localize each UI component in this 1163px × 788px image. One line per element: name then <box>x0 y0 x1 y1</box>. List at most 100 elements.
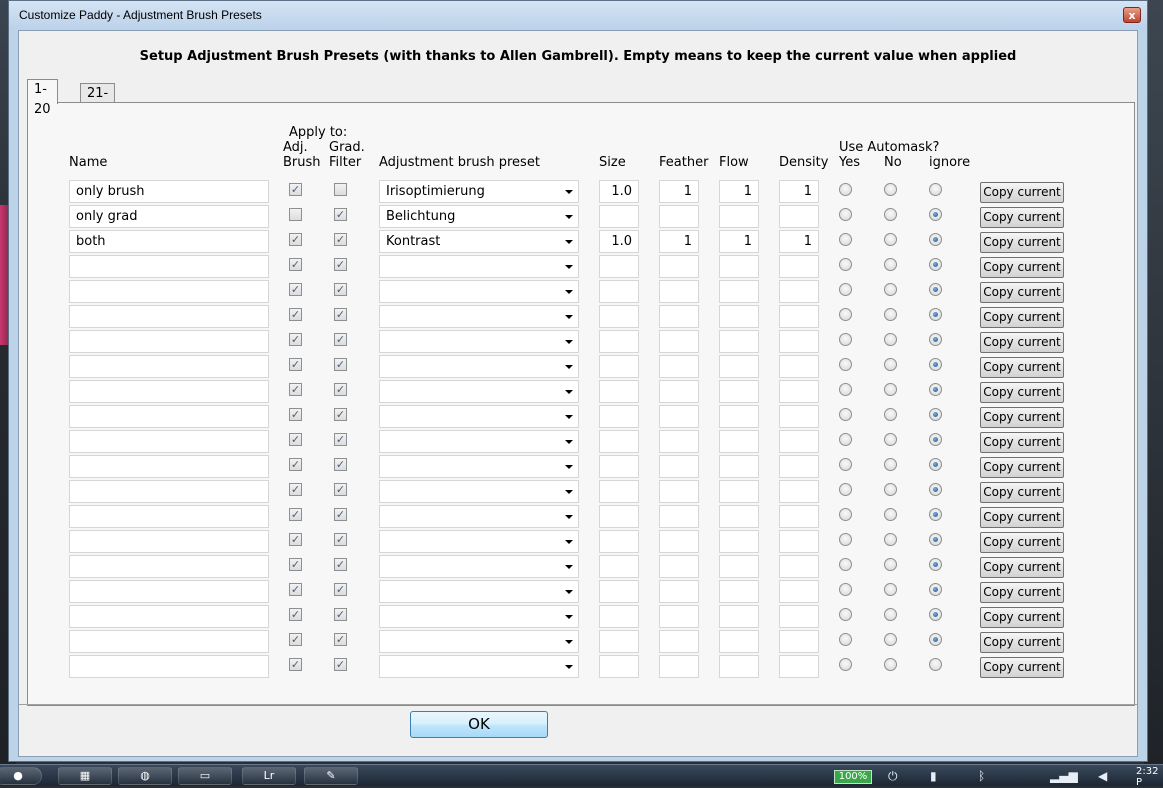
density-input[interactable] <box>779 205 819 228</box>
adj-brush-checkbox[interactable]: ✓ <box>289 383 302 396</box>
name-input[interactable] <box>69 330 269 353</box>
copy-current-button[interactable]: Copy current <box>980 232 1064 253</box>
density-input[interactable] <box>779 630 819 653</box>
name-input[interactable] <box>69 630 269 653</box>
feather-input[interactable] <box>659 380 699 403</box>
flow-input[interactable] <box>719 305 759 328</box>
grad-filter-checkbox[interactable]: ✓ <box>334 633 347 646</box>
bluetooth-icon[interactable]: ᛒ <box>978 769 985 783</box>
automask-ignore-radio[interactable] <box>929 283 942 296</box>
feather-input[interactable] <box>659 455 699 478</box>
automask-ignore-radio[interactable] <box>929 508 942 521</box>
automask-yes-radio[interactable] <box>839 458 852 471</box>
preset-select[interactable]: Irisoptimierung <box>379 180 579 203</box>
adj-brush-checkbox[interactable]: ✓ <box>289 558 302 571</box>
grad-filter-checkbox[interactable]: ✓ <box>334 383 347 396</box>
preset-select[interactable] <box>379 530 579 553</box>
copy-current-button[interactable]: Copy current <box>980 532 1064 553</box>
automask-no-radio[interactable] <box>884 658 897 671</box>
automask-yes-radio[interactable] <box>839 533 852 546</box>
preset-select[interactable]: Belichtung <box>379 205 579 228</box>
tray-p-icon[interactable]: ▮ <box>930 769 937 783</box>
size-input[interactable] <box>599 505 639 528</box>
automask-yes-radio[interactable] <box>839 433 852 446</box>
preset-select[interactable] <box>379 280 579 303</box>
flow-input[interactable] <box>719 530 759 553</box>
automask-yes-radio[interactable] <box>839 283 852 296</box>
density-input[interactable]: 1 <box>779 180 819 203</box>
flow-input[interactable]: 1 <box>719 180 759 203</box>
automask-no-radio[interactable] <box>884 383 897 396</box>
name-input[interactable] <box>69 355 269 378</box>
tab-1-20[interactable]: 1-20 <box>27 79 58 117</box>
density-input[interactable] <box>779 555 819 578</box>
feather-input[interactable] <box>659 430 699 453</box>
feather-input[interactable] <box>659 305 699 328</box>
name-input[interactable] <box>69 255 269 278</box>
grad-filter-checkbox[interactable]: ✓ <box>334 608 347 621</box>
size-input[interactable] <box>599 530 639 553</box>
lightroom-icon[interactable]: Lr <box>242 767 296 785</box>
copy-current-button[interactable]: Copy current <box>980 482 1064 503</box>
grad-filter-checkbox[interactable]: ✓ <box>334 458 347 471</box>
feather-input[interactable]: 1 <box>659 230 699 253</box>
preset-select[interactable] <box>379 380 579 403</box>
density-input[interactable] <box>779 655 819 678</box>
automask-ignore-radio[interactable] <box>929 408 942 421</box>
flow-input[interactable] <box>719 430 759 453</box>
copy-current-button[interactable]: Copy current <box>980 457 1064 478</box>
adj-brush-checkbox[interactable]: ✓ <box>289 183 302 196</box>
preset-select[interactable] <box>379 305 579 328</box>
preset-select[interactable] <box>379 330 579 353</box>
automask-no-radio[interactable] <box>884 458 897 471</box>
density-input[interactable] <box>779 255 819 278</box>
explorer-icon[interactable]: ▭ <box>178 767 232 785</box>
automask-ignore-radio[interactable] <box>929 208 942 221</box>
automask-no-radio[interactable] <box>884 183 897 196</box>
size-input[interactable] <box>599 655 639 678</box>
adj-brush-checkbox[interactable]: ✓ <box>289 258 302 271</box>
grad-filter-checkbox[interactable]: ✓ <box>334 358 347 371</box>
grad-filter-checkbox[interactable]: ✓ <box>334 433 347 446</box>
name-input[interactable] <box>69 580 269 603</box>
preset-select[interactable] <box>379 430 579 453</box>
feather-input[interactable] <box>659 405 699 428</box>
flow-input[interactable] <box>719 280 759 303</box>
adj-brush-checkbox[interactable]: ✓ <box>289 458 302 471</box>
size-input[interactable] <box>599 455 639 478</box>
automask-yes-radio[interactable] <box>839 508 852 521</box>
automask-ignore-radio[interactable] <box>929 533 942 546</box>
title-bar[interactable]: Customize Paddy - Adjustment Brush Prese… <box>9 1 1147 29</box>
automask-ignore-radio[interactable] <box>929 183 942 196</box>
grad-filter-checkbox[interactable]: ✓ <box>334 558 347 571</box>
flow-input[interactable] <box>719 405 759 428</box>
automask-no-radio[interactable] <box>884 608 897 621</box>
automask-yes-radio[interactable] <box>839 558 852 571</box>
grad-filter-checkbox[interactable]: ✓ <box>334 658 347 671</box>
size-input[interactable] <box>599 205 639 228</box>
adj-brush-checkbox[interactable] <box>289 208 302 221</box>
density-input[interactable] <box>779 280 819 303</box>
automask-yes-radio[interactable] <box>839 658 852 671</box>
automask-yes-radio[interactable] <box>839 333 852 346</box>
automask-yes-radio[interactable] <box>839 483 852 496</box>
adj-brush-checkbox[interactable]: ✓ <box>289 483 302 496</box>
adj-brush-checkbox[interactable]: ✓ <box>289 533 302 546</box>
copy-current-button[interactable]: Copy current <box>980 407 1064 428</box>
name-input[interactable] <box>69 505 269 528</box>
flow-input[interactable] <box>719 605 759 628</box>
grad-filter-checkbox[interactable]: ✓ <box>334 408 347 421</box>
name-input[interactable] <box>69 430 269 453</box>
preset-select[interactable]: Kontrast <box>379 230 579 253</box>
feather-input[interactable] <box>659 630 699 653</box>
automask-no-radio[interactable] <box>884 308 897 321</box>
size-input[interactable] <box>599 380 639 403</box>
density-input[interactable] <box>779 580 819 603</box>
app-icon[interactable]: ◍ <box>118 767 172 785</box>
automask-no-radio[interactable] <box>884 233 897 246</box>
automask-no-radio[interactable] <box>884 258 897 271</box>
name-input[interactable]: only brush <box>69 180 269 203</box>
copy-current-button[interactable]: Copy current <box>980 357 1064 378</box>
feather-input[interactable] <box>659 280 699 303</box>
flow-input[interactable] <box>719 205 759 228</box>
